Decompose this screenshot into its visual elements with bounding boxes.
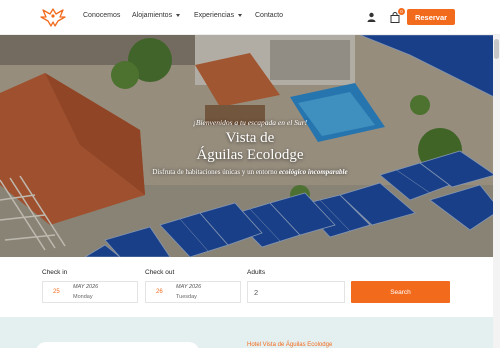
checkout-month-year: MAY 2026 [176, 284, 201, 290]
nav-item-conocemos[interactable]: Conocemos [83, 12, 120, 19]
nav-item-label: Contacto [255, 12, 284, 19]
hero-title-line-2: Águilas Ecolodge [196, 147, 304, 163]
nav-item-label: Conocemos [83, 12, 121, 19]
checkin-label: Check in [42, 269, 68, 276]
top-navbar: Conocemos Alojamientos Experiencias Cont… [0, 0, 500, 35]
about-section: Hotel Vista de Águilas Ecolodge [0, 317, 493, 348]
hero-banner: ¡Bienvenidos a tu escapada en el Sur! Vi… [0, 35, 500, 257]
checkin-weekday: Monday [73, 294, 93, 300]
about-section-title: Hotel Vista de Águilas Ecolodge [247, 342, 333, 348]
about-card [36, 342, 199, 348]
page-scrollbar[interactable] [493, 35, 500, 348]
checkin-date-picker[interactable]: 25 MAY 2026 Monday [42, 281, 138, 303]
hero-text-block: ¡Bienvenidos a tu escapada en el Sur! Vi… [0, 35, 500, 257]
checkout-year: 2026 [188, 284, 202, 290]
checkin-day: 25 [53, 289, 60, 295]
nav-item-experiencias[interactable]: Experiencias [194, 12, 243, 19]
chevron-down-icon [238, 14, 243, 17]
checkin-month: MAY [73, 284, 85, 290]
nav-item-label: Alojamientos [132, 12, 173, 19]
cart-count-badge: 0 [398, 8, 405, 15]
checkout-month: MAY [176, 284, 188, 290]
nav-item-label: Experiencias [194, 12, 235, 19]
search-button[interactable]: Search [351, 281, 450, 303]
checkout-day: 26 [156, 289, 163, 295]
checkout-date-picker[interactable]: 26 MAY 2026 Tuesday [145, 281, 241, 303]
reserve-button[interactable]: Reservar [407, 9, 455, 25]
hero-subtitle-emphasis: ecológico incomparable [278, 168, 348, 176]
adults-input[interactable] [247, 281, 345, 303]
checkout-label: Check out [145, 269, 175, 276]
adults-label: Adults [247, 269, 266, 276]
eagle-logo-icon[interactable] [40, 6, 66, 28]
hero-subtitle-text: Disfruta de habitaciones únicas y un ent… [152, 168, 279, 176]
nav-item-contacto[interactable]: Contacto [255, 12, 283, 19]
hero-kicker: ¡Bienvenidos a tu escapada en el Sur! [192, 118, 308, 127]
user-icon[interactable] [367, 12, 376, 22]
cart-button[interactable]: 0 [390, 8, 405, 23]
nav-item-alojamientos[interactable]: Alojamientos [132, 12, 181, 19]
checkin-month-year: MAY 2026 [73, 284, 98, 290]
scrollbar-thumb[interactable] [494, 39, 499, 59]
booking-bar: Check in 25 MAY 2026 Monday Check out 26… [0, 257, 493, 317]
checkin-year: 2026 [85, 284, 99, 290]
checkout-weekday: Tuesday [176, 294, 197, 300]
hero-title: Vista de Águilas Ecolodge [0, 130, 500, 164]
chevron-down-icon [176, 14, 181, 17]
hero-title-line-1: Vista de [225, 130, 275, 146]
hero-subtitle: Disfruta de habitaciones únicas y un ent… [0, 168, 500, 176]
